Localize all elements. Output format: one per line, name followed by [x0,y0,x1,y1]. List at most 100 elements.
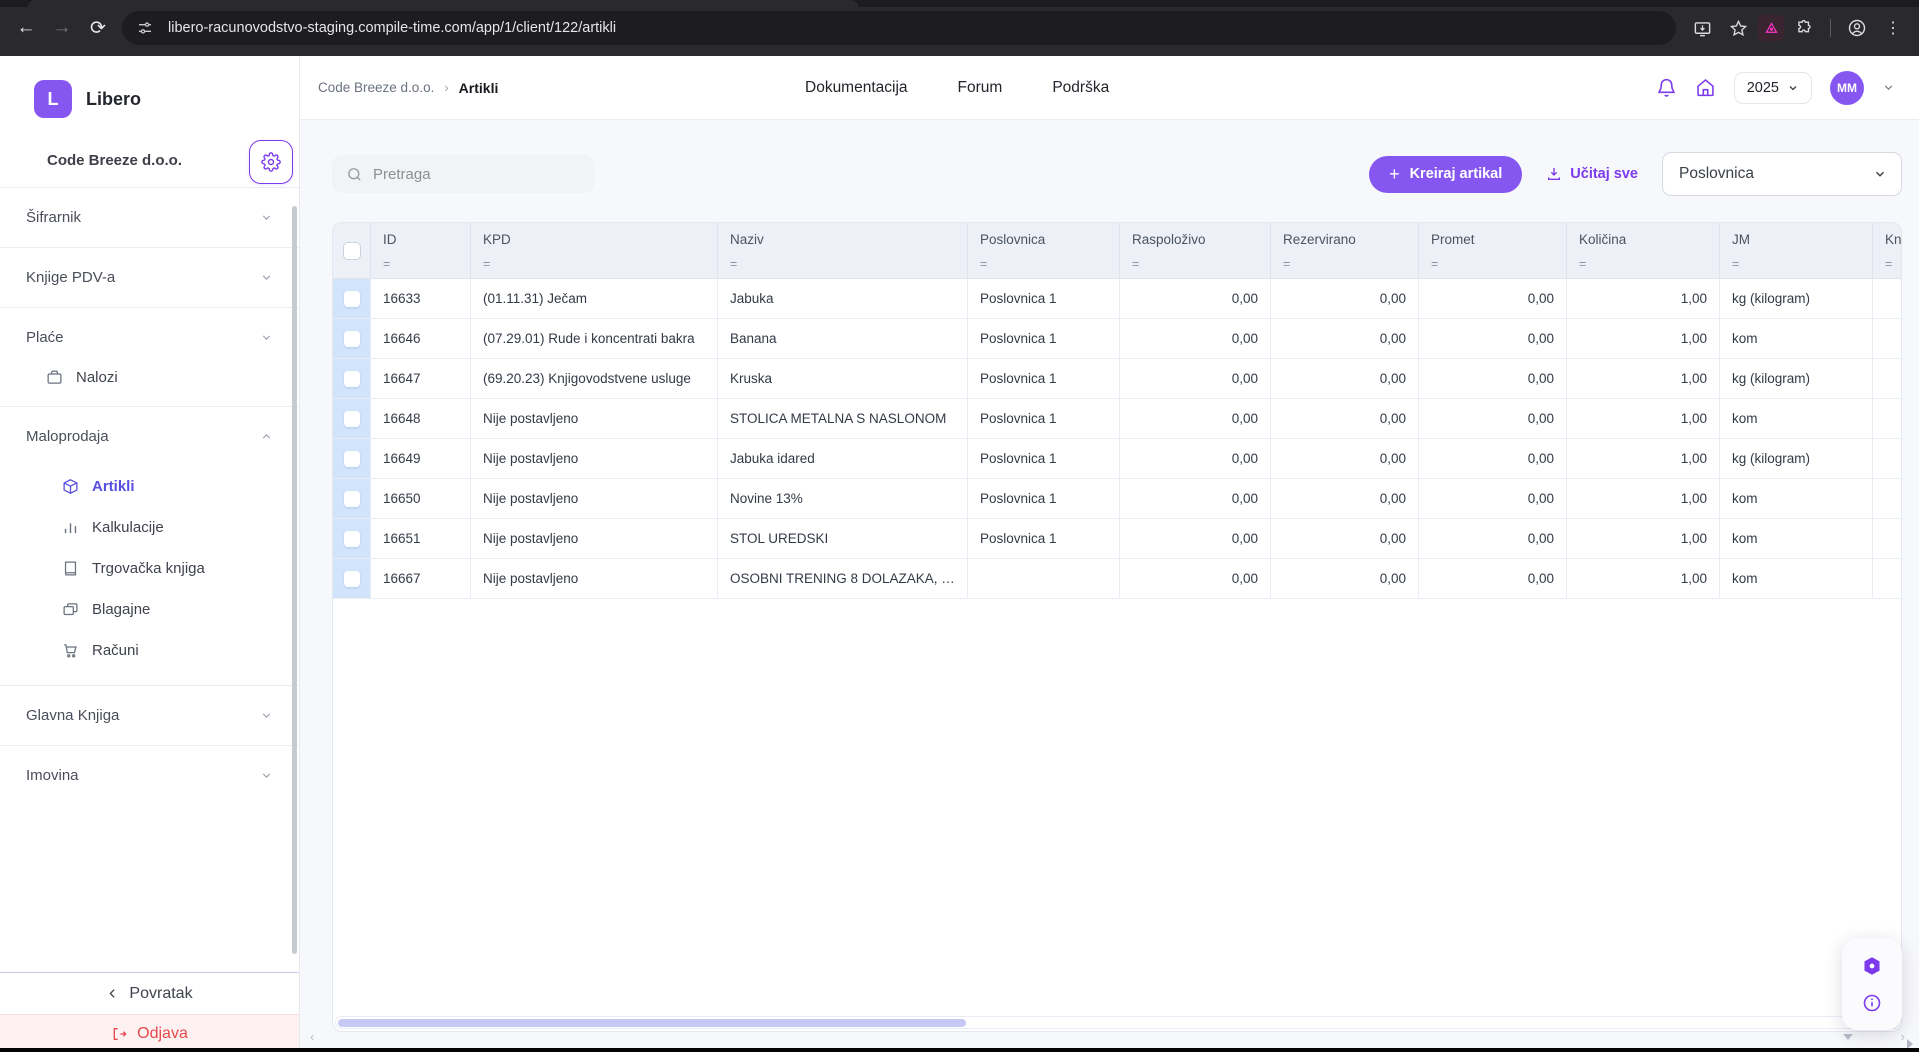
scroll-left-arrow[interactable]: ‹ [310,1029,314,1044]
povratak-button[interactable]: Povratak [0,972,299,1014]
extensions-puzzle-icon[interactable] [1788,12,1820,44]
povratak-label: Povratak [129,985,192,1003]
sidebar-group-imovina[interactable]: Imovina [0,746,299,805]
cell-jm: kom [1720,559,1873,598]
chevron-down-icon[interactable] [1882,81,1895,94]
load-all-button[interactable]: Učitaj sve [1546,166,1638,182]
column-filter-kn[interactable]: = [1885,257,1902,271]
sidebar-item-trgovacka-knjiga[interactable]: Trgovačka knjiga [0,548,299,589]
row-checkbox[interactable] [344,451,360,467]
nav-podrska[interactable]: Podrška [1052,79,1109,97]
forward-icon[interactable]: → [44,10,80,46]
site-settings-icon[interactable] [130,15,160,41]
avatar[interactable]: MM [1830,71,1864,105]
column-header-raspolozivo[interactable]: Raspoloživo= [1120,223,1271,278]
column-header-kn[interactable]: Kn= [1873,223,1902,278]
row-checkbox[interactable] [344,371,360,387]
row-checkbox[interactable] [344,531,360,547]
table-row[interactable]: 16633(01.11.31) JečamJabukaPoslovnica 10… [333,279,1902,319]
home-icon[interactable] [1695,77,1716,98]
hexagon-settings-icon[interactable] [1861,955,1883,977]
breadcrumb-root[interactable]: Code Breeze d.o.o. [318,80,434,95]
column-filter-raspolozivo[interactable]: = [1132,257,1258,271]
sidebar-item-artikli[interactable]: Artikli [0,466,299,507]
row-checkbox[interactable] [344,291,360,307]
column-header-kolicina[interactable]: Količina= [1567,223,1720,278]
sidebar-group-sifrarnik[interactable]: Šifrarnik [0,188,299,247]
cell-rezervirano: 0,00 [1271,439,1419,478]
column-filter-jm[interactable]: = [1732,257,1860,271]
nav-forum[interactable]: Forum [958,79,1003,97]
search-input[interactable] [373,166,580,183]
profile-icon[interactable] [1841,12,1873,44]
column-header-promet[interactable]: Promet= [1419,223,1567,278]
back-icon[interactable]: ← [8,10,44,46]
cell-naziv: Novine 13% [718,479,968,518]
sidebar-group-place[interactable]: Plaće [0,308,299,367]
column-filter-naziv[interactable]: = [730,257,955,271]
company-settings-button[interactable] [249,140,293,184]
branch-select[interactable]: Poslovnica [1662,152,1902,196]
group-label: Maloprodaja [26,428,109,445]
odjava-button[interactable]: Odjava [0,1014,299,1052]
app-header: Code Breeze d.o.o. › Artikli Dokumentaci… [300,56,1919,120]
column-filter-rezervirano[interactable]: = [1283,257,1406,271]
sidebar-item-racuni[interactable]: Računi [0,630,299,671]
extension-pink-icon[interactable] [1758,15,1784,41]
bell-icon[interactable] [1656,77,1677,98]
table-row[interactable]: 16649Nije postavljenoJabuka idaredPoslov… [333,439,1902,479]
column-header-id[interactable]: ID= [371,223,471,278]
column-filter-kpd[interactable]: = [483,257,705,271]
column-header-poslovnica[interactable]: Poslovnica= [968,223,1120,278]
year-select[interactable]: 2025 [1734,72,1812,104]
create-article-button[interactable]: + Kreiraj artikal [1369,156,1522,193]
column-filter-id[interactable]: = [383,257,458,271]
table-row[interactable]: 16647(69.20.23) Knjigovodstvene uslugeKr… [333,359,1902,399]
column-filter-promet[interactable]: = [1431,257,1554,271]
column-header-rezervirano[interactable]: Rezervirano= [1271,223,1419,278]
search-box[interactable] [332,155,594,193]
scroll-right-arrow[interactable]: › [1901,1029,1905,1044]
column-filter-kolicina[interactable]: = [1579,257,1707,271]
branch-select-value: Poslovnica [1679,165,1754,183]
sidebar-item-blagajne[interactable]: Blagajne [0,589,299,630]
info-icon[interactable] [1862,993,1882,1013]
browser-menu-icon[interactable]: ⋮ [1877,12,1909,44]
row-checkbox[interactable] [344,491,360,507]
table-row[interactable]: 16650Nije postavljenoNovine 13%Poslovnic… [333,479,1902,519]
reload-icon[interactable]: ⟳ [80,10,116,46]
table-row[interactable]: 16646(07.29.01) Rude i koncentrati bakra… [333,319,1902,359]
row-checkbox[interactable] [344,331,360,347]
scroll-down-arrow[interactable] [1843,1034,1853,1040]
group-label: Imovina [26,767,79,784]
cell-promet: 0,00 [1419,359,1567,398]
select-all-cell [333,223,371,278]
select-all-checkbox[interactable] [343,242,361,260]
column-header-kpd[interactable]: KPD= [471,223,718,278]
sidebar-group-maloprodaja[interactable]: Maloprodaja [0,407,299,466]
column-header-naziv[interactable]: Naziv= [718,223,968,278]
sidebar-item-kalkulacije[interactable]: Kalkulacije [0,507,299,548]
row-checkbox[interactable] [344,571,360,587]
table-horizontal-scrollbar[interactable] [335,1016,1899,1029]
column-filter-poslovnica[interactable]: = [980,257,1107,271]
column-header-jm[interactable]: JM = [1720,223,1873,278]
cell-jm: kg (kilogram) [1720,279,1873,318]
bookmark-star-icon[interactable] [1722,12,1754,44]
table-row[interactable]: 16667Nije postavljenoOSOBNI TRENING 8 DO… [333,559,1902,599]
column-label: JM [1732,232,1860,247]
cell-kpd: (01.11.31) Ječam [471,279,718,318]
sidebar-nav: Šifrarnik Knjige PDV-a Plaće Nalozi [0,188,299,972]
scrollbar-thumb[interactable] [338,1019,966,1027]
table-row[interactable]: 16651Nije postavljenoSTOL UREDSKIPoslovn… [333,519,1902,559]
install-app-icon[interactable] [1686,12,1718,44]
sidebar-item-nalozi[interactable]: Nalozi [0,367,299,406]
nav-dokumentacija[interactable]: Dokumentacija [805,79,908,97]
sidebar-group-knjige-pdva[interactable]: Knjige PDV-a [0,248,299,307]
sidebar-scrollbar[interactable] [292,206,297,954]
sidebar-group-glavna-knjiga[interactable]: Glavna Knjiga [0,686,299,745]
table-row[interactable]: 16648Nije postavljenoSTOLICA METALNA S N… [333,399,1902,439]
row-checkbox[interactable] [344,411,360,427]
url-bar[interactable]: libero-racunovodstvo-staging.compile-tim… [122,11,1676,45]
cell-id: 16647 [371,359,471,398]
